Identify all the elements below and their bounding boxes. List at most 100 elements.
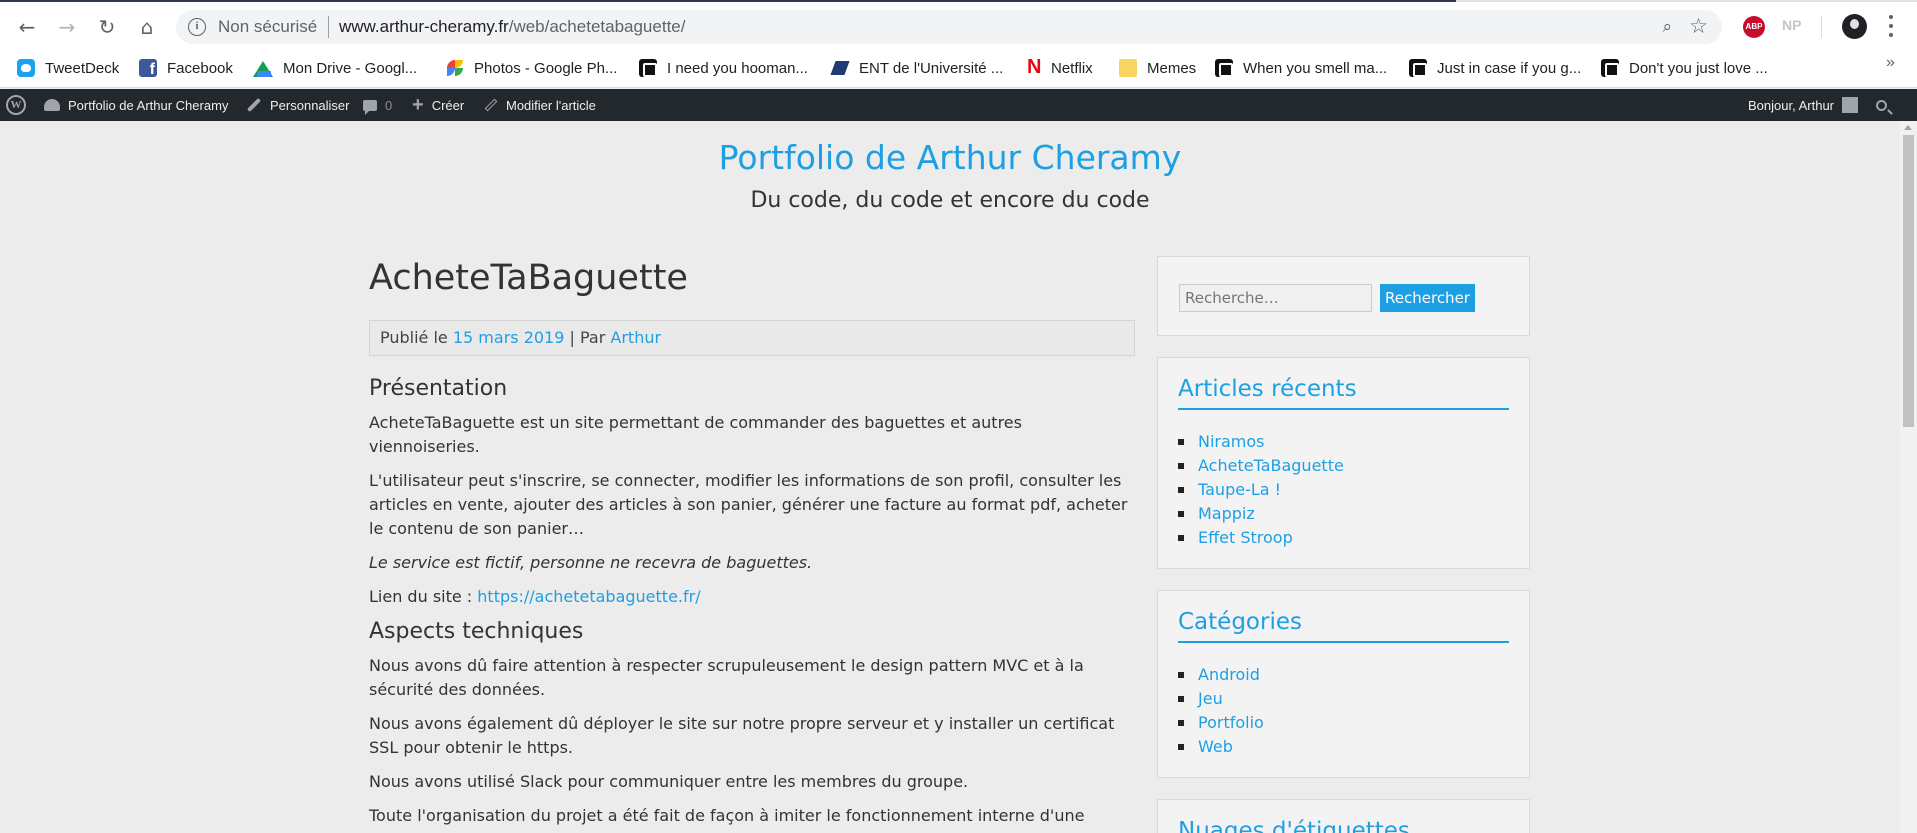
categories-heading: Catégories	[1178, 609, 1509, 643]
bookmark-tweetdeck[interactable]: TweetDeck	[17, 54, 119, 82]
pencil-icon	[484, 98, 498, 112]
paragraph: Le service est fictif, personne ne recev…	[369, 553, 813, 572]
zoom-icon[interactable]: ⌕	[1662, 17, 1672, 37]
bookmark-google-photos[interactable]: Photos - Google Ph...	[446, 54, 617, 82]
wp-admin-bar: W Portfolio de Arthur Cheramy Personnali…	[0, 89, 1917, 121]
wordpress-icon: W	[6, 95, 26, 115]
article-meta: Publié le 15 mars 2019 | Par Arthur	[369, 320, 1135, 356]
browser-menu-icon[interactable]	[1888, 15, 1894, 37]
category-link[interactable]: Jeu	[1178, 687, 1264, 711]
bookmark-facebook[interactable]: Facebook	[139, 54, 233, 82]
bookmarks-overflow-icon[interactable]: »	[1886, 54, 1895, 72]
toolbar-divider	[1821, 16, 1822, 38]
browser-toolbar: ← → ↻ ⌂ i Non sécurisé www.arthur-cheram…	[0, 2, 1917, 48]
np-extension-icon[interactable]: NP	[1782, 17, 1801, 33]
adblock-extension-icon[interactable]: ABP	[1743, 16, 1765, 38]
bookmark-label: ENT de l'Université ...	[859, 59, 1004, 77]
url-host: www.arthur-cheramy.fr	[339, 17, 509, 36]
recent-posts-heading: Articles récents	[1178, 376, 1509, 410]
imgur-icon	[1409, 59, 1427, 77]
site-link-prefix: Lien du site :	[369, 587, 478, 606]
bookmark-memes-folder[interactable]: Memes	[1119, 54, 1196, 82]
tag-cloud-heading: Nuages d'étiquettes	[1178, 818, 1410, 833]
bookmark-star-icon[interactable]: ☆	[1689, 14, 1708, 38]
category-link[interactable]: Android	[1178, 663, 1264, 687]
bookmark-label: When you smell ma...	[1243, 59, 1388, 77]
page-scrollbar[interactable]	[1900, 121, 1917, 833]
site-info-icon[interactable]: i	[188, 18, 206, 36]
paragraph: Nous avons utilisé Slack pour communique…	[369, 772, 969, 791]
article-date-link[interactable]: 15 mars 2019	[453, 328, 565, 347]
article: AcheteTaBaguette Publié le 15 mars 2019 …	[369, 256, 1135, 833]
paragraph: AcheteTaBaguette est un site permettant …	[369, 413, 1022, 456]
url-text[interactable]: www.arthur-cheramy.fr/web/achetetabaguet…	[339, 17, 685, 37]
plus-icon: +	[412, 94, 424, 116]
bookmark-i-need-you[interactable]: I need you hooman...	[639, 54, 808, 82]
site-link-paragraph: Lien du site : https://achetetabaguette.…	[369, 585, 1135, 609]
wordpress-logo[interactable]: W	[6, 89, 34, 121]
twitter-icon	[17, 59, 35, 77]
recent-post-link[interactable]: Taupe-La !	[1178, 478, 1344, 502]
categories-widget: Catégories Android Jeu Portfolio Web	[1157, 590, 1530, 778]
google-drive-icon	[253, 59, 273, 77]
site-title[interactable]: Portfolio de Arthur Cheramy	[0, 138, 1900, 177]
facebook-icon	[139, 59, 157, 79]
user-avatar-icon	[1842, 97, 1858, 113]
comment-icon	[363, 99, 377, 115]
admin-account[interactable]: Bonjour, Arthur	[1748, 89, 1858, 121]
paragraph: Nous avons également dû déployer le site…	[369, 714, 1115, 757]
paragraph: L'utilisateur peut s'inscrire, se connec…	[369, 471, 1128, 538]
bookmark-dont-you-just-love[interactable]: Don't you just love ...	[1601, 54, 1768, 82]
recent-post-link[interactable]: AcheteTaBaguette	[1178, 454, 1344, 478]
admin-customize[interactable]: Personnaliser	[246, 89, 350, 121]
section-presentation-heading: Présentation	[369, 376, 508, 401]
site-link[interactable]: https://achetetabaguette.fr/	[477, 587, 700, 606]
profile-avatar[interactable]	[1842, 14, 1867, 39]
bookmark-label: Memes	[1147, 59, 1197, 77]
article-author-link[interactable]: Arthur	[610, 328, 661, 347]
bookmarks-bar: TweetDeck Facebook Mon Drive - Googl... …	[0, 48, 1917, 88]
imgur-icon	[1601, 59, 1619, 77]
bookmark-when-you-smell[interactable]: When you smell ma...	[1215, 54, 1387, 82]
bookmark-label: Mon Drive - Googl...	[283, 59, 418, 77]
netflix-icon	[1027, 56, 1041, 79]
back-arrow-icon[interactable]: ←	[14, 14, 40, 40]
search-widget: Rechercher	[1157, 256, 1530, 336]
article-title: AcheteTaBaguette	[369, 258, 688, 298]
bookmark-label: Don't you just love ...	[1629, 59, 1768, 77]
admin-search[interactable]	[1876, 89, 1887, 121]
imgur-icon	[639, 59, 657, 77]
recent-post-link[interactable]: Mappiz	[1178, 502, 1344, 526]
bookmark-label: TweetDeck	[45, 59, 120, 77]
category-link[interactable]: Web	[1178, 735, 1264, 759]
search-input[interactable]	[1179, 284, 1372, 312]
home-icon[interactable]: ⌂	[134, 14, 160, 40]
bookmark-netflix[interactable]: Netflix	[1027, 54, 1093, 82]
reload-icon[interactable]: ↻	[94, 14, 120, 40]
category-link[interactable]: Portfolio	[1178, 711, 1264, 735]
admin-site-name[interactable]: Portfolio de Arthur Cheramy	[44, 89, 228, 121]
recent-post-link[interactable]: Effet Stroop	[1178, 526, 1344, 550]
bookmark-just-in-case[interactable]: Just in case if you g...	[1409, 54, 1581, 82]
scrollbar-thumb[interactable]	[1903, 135, 1914, 427]
forward-arrow-icon[interactable]: →	[54, 14, 80, 40]
admin-customize-label: Personnaliser	[270, 97, 350, 113]
address-bar[interactable]: i Non sécurisé www.arthur-cheramy.fr/web…	[176, 10, 1722, 44]
bookmark-label: I need you hooman...	[667, 59, 808, 77]
section-technical-heading: Aspects techniques	[369, 619, 584, 644]
folder-icon	[1119, 59, 1137, 77]
admin-comments[interactable]: 0	[363, 89, 392, 121]
paragraph: Nous avons dû faire attention à respecte…	[369, 656, 1084, 699]
google-photos-icon	[446, 59, 464, 77]
recent-post-link[interactable]: Niramos	[1178, 430, 1344, 454]
bookmark-google-drive[interactable]: Mon Drive - Googl...	[253, 54, 417, 82]
categories-list: Android Jeu Portfolio Web	[1178, 663, 1264, 759]
paragraph: Toute l'organisation du projet a été fai…	[369, 806, 1085, 833]
bookmark-ent[interactable]: ENT de l'Université ...	[831, 54, 1003, 82]
scroll-up-arrow-icon[interactable]	[1904, 125, 1912, 130]
search-button[interactable]: Rechercher	[1380, 284, 1475, 312]
admin-new[interactable]: + Créer	[412, 89, 464, 121]
meta-by: | Par	[564, 328, 611, 347]
site-description: Du code, du code et encore du code	[750, 188, 1150, 213]
admin-edit-post[interactable]: Modifier l'article	[484, 89, 596, 121]
